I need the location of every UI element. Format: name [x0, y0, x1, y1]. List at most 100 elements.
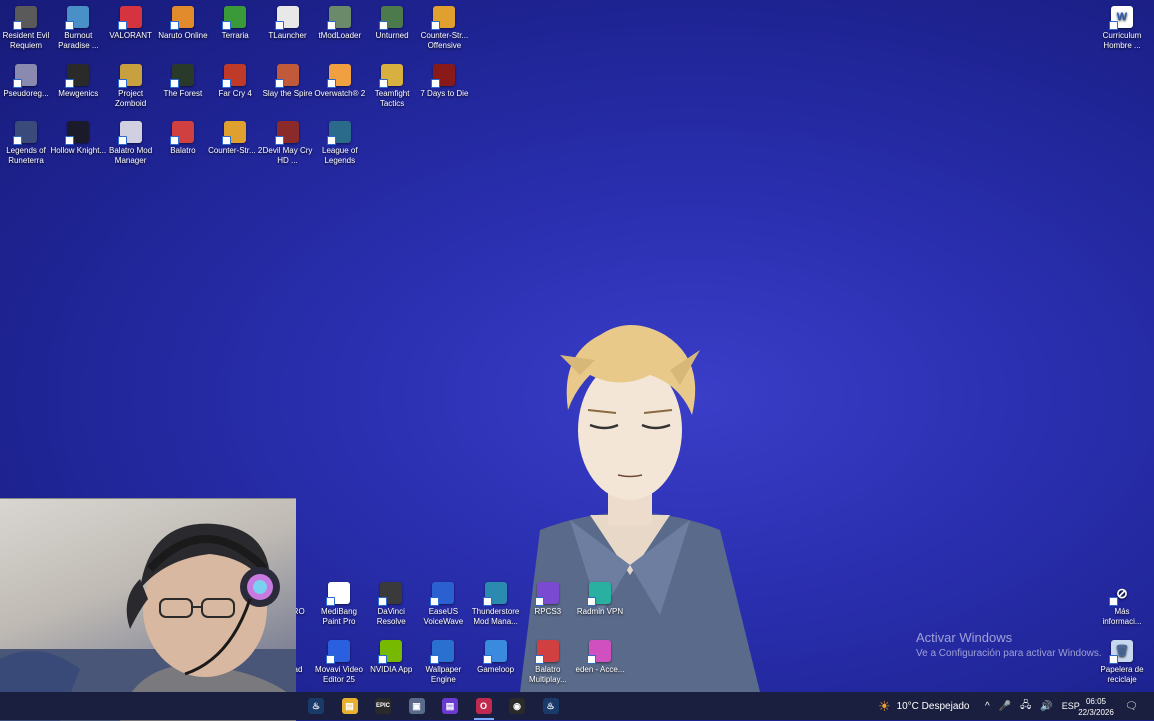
cs2-icon — [222, 121, 247, 145]
webcam-person — [0, 523, 296, 721]
desktop-icon[interactable]: Slay the Spire — [262, 63, 314, 99]
desktop-icon-label: MediBang Paint Pro — [320, 607, 358, 626]
mewgenics-icon — [65, 63, 90, 88]
desktop-icon-label: Balatro Multiplay... — [528, 665, 567, 684]
desktop-icon[interactable]: Overwatch® 2 — [314, 63, 366, 99]
microphone-icon[interactable]: 🎤 — [999, 701, 1011, 712]
desktop-icon[interactable]: Counter-Str... 2 — [208, 121, 263, 156]
unturned-icon — [379, 6, 404, 30]
epic-games-icon: EPIC — [375, 698, 391, 714]
desktop-icon[interactable]: tModLoader — [314, 6, 366, 41]
desktop-icon[interactable]: MediBang Paint Pro — [313, 582, 365, 627]
taskbar-app[interactable]: ▤ — [434, 692, 466, 720]
desktop-icon[interactable]: Teamfight Tactics — [366, 63, 418, 109]
desktop-icon[interactable]: League of Legends — [314, 121, 366, 166]
desktop-icon-label: Unturned — [375, 31, 409, 40]
desktop-icon-label: Wallpaper Engine — [425, 665, 462, 684]
desktop-icon[interactable]: Naruto Online — [157, 6, 209, 41]
desktop-icon[interactable]: eden - Acce... — [574, 640, 626, 675]
desktop-icon[interactable]: Radmin VPN — [574, 582, 626, 617]
desktop-icon-recycle-bin[interactable]: 🗑 Papelera de reciclaje — [1096, 640, 1148, 685]
clock[interactable]: 06:05 22/3/2026 — [1068, 696, 1124, 718]
resident-evil-icon — [13, 6, 37, 30]
desktop-icon-label: Movavi Video Editor 25 — [315, 665, 363, 684]
desktop-icon[interactable]: Pseudoreg... — [0, 63, 52, 99]
desktop-icon-label: Gameloop — [477, 665, 515, 674]
devil-may-cry-icon — [274, 121, 299, 145]
watermark-title: Activar Windows — [916, 630, 1013, 645]
taskbar-app[interactable]: ▣ — [401, 692, 433, 720]
taskbar: ♨ ▤ EPIC ▣ ▤ O ◉ ♨ ☀ 10°C Despejado ^ 🎤 🖧 🔊 ESP… — [0, 692, 1154, 720]
desktop-icon[interactable]: Balatro Mod Manager — [105, 121, 157, 166]
word-document-icon: W — [1109, 6, 1133, 30]
desktop-icon[interactable]: Devil May Cry HD ... — [262, 121, 314, 166]
legends-of-runeterra-icon — [13, 121, 37, 145]
rpcs3-icon — [534, 582, 559, 606]
desktop-icon[interactable]: Balatro Multiplay... — [522, 640, 574, 685]
desktop-icon-label: Más informaci... — [1102, 607, 1142, 626]
tlauncher-icon — [274, 6, 299, 30]
terraria-icon — [222, 6, 247, 30]
desktop-icon-label: EaseUS VoiceWave — [423, 607, 464, 626]
desktop-icon-label: Far Cry 4 — [218, 88, 252, 98]
balatro-multiplayer-icon — [534, 640, 559, 664]
desktop-icon[interactable]: RPCS3 — [522, 582, 574, 617]
taskbar-app[interactable]: ♨ — [300, 692, 332, 720]
desktop-icon[interactable]: EaseUS VoiceWave — [417, 582, 469, 627]
desktop-icon-label: tModLoader — [318, 31, 362, 40]
desktop-icon[interactable]: 7 Days to Die — [418, 63, 470, 99]
network-icon[interactable]: 🖧 — [1020, 698, 1031, 715]
app-purple-icon: ▤ — [442, 698, 458, 714]
desktop-icon-label: Counter-Str... 2 — [208, 146, 263, 155]
desktop-icon-curriculum[interactable]: W Curriculum Hombre ... — [1096, 6, 1148, 51]
taskbar-app[interactable]: O — [468, 692, 500, 720]
taskbar-app[interactable]: ◉ — [501, 692, 533, 720]
clock-time: 06:05 — [1085, 697, 1107, 706]
medibang-icon — [326, 582, 350, 606]
desktop-icon-label: Hollow Knight... — [50, 146, 107, 155]
desktop-icon[interactable]: Unturned — [366, 6, 418, 41]
opera-gx-icon: O — [475, 698, 492, 714]
desktop-icon[interactable]: Thunderstore Mod Mana... — [470, 582, 522, 627]
desktop-icon[interactable]: Hollow Knight... — [50, 121, 107, 156]
desktop-icon[interactable]: Gameloop — [470, 640, 522, 675]
desktop-icon[interactable]: Legends of Runeterra — [0, 121, 52, 166]
desktop-icon[interactable]: NVIDIA App — [365, 640, 417, 675]
desktop-icon[interactable]: Resident Evil Requiem — [0, 6, 52, 51]
desktop-icon-more-info[interactable]: ⊘ Más informaci... — [1096, 582, 1148, 627]
desktop-icon-label: RPCS3 — [534, 607, 562, 616]
taskbar-app[interactable]: ♨ — [535, 692, 567, 720]
desktop-icon[interactable]: DaVinci Resolve — [365, 582, 417, 627]
desktop-icon[interactable]: VALORANT — [105, 6, 157, 41]
desktop-icon-label: DaVinci Resolve — [376, 607, 406, 626]
volume-icon[interactable]: 🔊 — [1040, 701, 1052, 712]
recycle-bin-icon: 🗑 — [1109, 640, 1133, 664]
desktop-icon[interactable]: Wallpaper Engine — [417, 640, 469, 685]
desktop-icon[interactable]: Burnout Paradise ... — [52, 6, 104, 51]
movavi-icon — [326, 640, 350, 664]
desktop-icon[interactable]: Mewgenics — [52, 63, 104, 99]
desktop-icon[interactable]: Terraria — [209, 6, 261, 41]
desktop-icon[interactable]: Balatro — [157, 121, 209, 156]
desktop-icon[interactable]: TLauncher — [262, 6, 314, 41]
file-explorer-icon: ▤ — [341, 698, 358, 714]
activate-windows-watermark: Activar Windows Ve a Configuración para … — [916, 630, 1102, 659]
desktop-icon[interactable]: Far Cry 4 — [209, 63, 261, 99]
desktop-icon[interactable]: Movavi Video Editor 25 — [313, 640, 365, 685]
7-days-to-die-icon — [431, 63, 456, 88]
desktop-icon[interactable]: The Forest — [157, 63, 209, 99]
steam-icon: ♨ — [308, 698, 324, 714]
desktop-icon-label: Balatro — [170, 146, 196, 155]
notifications-button[interactable]: 🗨 — [1125, 692, 1138, 720]
desktop-icon[interactable]: Counter-Str... Offensive — [418, 6, 470, 51]
desktop-icon[interactable]: Project Zomboid — [105, 63, 157, 109]
easeus-voicewave-icon — [430, 582, 455, 606]
league-of-legends-icon — [326, 121, 351, 145]
taskbar-app[interactable]: ▤ — [334, 692, 366, 720]
taskbar-app[interactable]: EPIC — [367, 692, 399, 720]
weather-widget[interactable]: ☀ 10°C Despejado — [878, 692, 970, 720]
chevron-up-icon[interactable]: ^ — [985, 701, 990, 712]
desktop-icon-label: eden - Acce... — [575, 665, 625, 674]
wallpaper-character — [520, 325, 760, 692]
desktop-icon-label: Counter-Str... Offensive — [420, 31, 469, 50]
